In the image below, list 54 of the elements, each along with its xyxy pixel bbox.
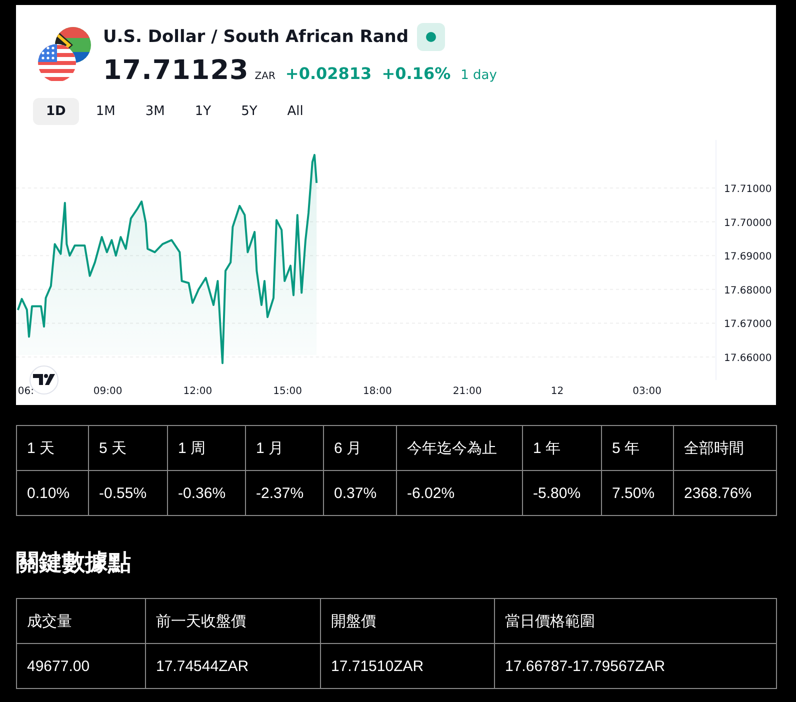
- x-axis-label: 12: [550, 386, 564, 397]
- range-tab[interactable]: All: [274, 98, 316, 125]
- header-cell: 5 天: [88, 426, 168, 470]
- table-cell: -2.37%: [246, 470, 324, 516]
- y-axis-label: 17.70000: [724, 218, 772, 229]
- header-cell: 全部時間: [674, 426, 776, 470]
- y-axis-label: 17.69000: [724, 252, 772, 263]
- header-cell: 1 天: [16, 426, 88, 470]
- change-period: 1 day: [460, 68, 497, 83]
- table-cell: 17.66787-17.79567ZAR: [494, 644, 776, 688]
- header-cell: 開盤價: [320, 598, 494, 644]
- range-tab[interactable]: 1Y: [182, 98, 224, 125]
- header-cell: 1 年: [522, 426, 602, 470]
- table-cell: 0.37%: [324, 470, 396, 516]
- pair-title: U.S. Dollar / South African Rand: [103, 27, 409, 47]
- header-cell: 前一天收盤價: [146, 598, 320, 644]
- market-status-badge: [416, 23, 445, 51]
- y-axis-label: 17.71000: [724, 184, 772, 195]
- header-cell: 1 月: [246, 426, 324, 470]
- table-cell: 7.50%: [602, 470, 674, 516]
- range-tab[interactable]: 1D: [33, 98, 79, 125]
- x-axis-label: 09:00: [93, 386, 122, 397]
- currency-code: ZAR: [254, 71, 276, 82]
- table-cell: 49677.00: [16, 644, 146, 688]
- range-tab[interactable]: 3M: [132, 98, 178, 125]
- header-cell: 今年迄今為止: [396, 426, 522, 470]
- table-cell: -0.55%: [88, 470, 168, 516]
- table-cell: -5.80%: [522, 470, 602, 516]
- table-cell: 0.10%: [16, 470, 88, 516]
- section-title: 關鍵數據點: [16, 548, 131, 578]
- header-cell: 6 月: [324, 426, 396, 470]
- range-tab[interactable]: 1M: [82, 98, 128, 125]
- y-axis-label: 17.67000: [724, 319, 772, 330]
- header-cell: 當日價格範圍: [494, 598, 776, 644]
- table-cell: -6.02%: [396, 470, 522, 516]
- table-cell: 17.74544ZAR: [146, 644, 320, 688]
- x-axis-label: 06:: [18, 386, 34, 397]
- x-axis-label: 12:00: [183, 386, 212, 397]
- table-cell: 17.71510ZAR: [320, 644, 494, 688]
- y-axis-label: 17.68000: [724, 285, 772, 296]
- x-axis-label: 03:00: [632, 386, 662, 397]
- x-axis-label: 18:00: [363, 386, 392, 397]
- price: 17.71123: [103, 55, 249, 86]
- range-tab[interactable]: 5Y: [228, 98, 270, 125]
- table-cell: -0.36%: [168, 470, 246, 516]
- percent-change: +0.16%: [382, 64, 451, 83]
- table-cell: 2368.76%: [674, 470, 776, 516]
- header-cell: 1 周: [168, 426, 246, 470]
- x-axis-label: 15:00: [273, 386, 302, 397]
- header-cell: 5 年: [602, 426, 674, 470]
- price-change: +0.02813: [285, 64, 372, 83]
- header-cell: 成交量: [16, 598, 146, 644]
- x-axis-label: 21:00: [452, 386, 482, 397]
- y-axis-label: 17.66000: [724, 353, 772, 364]
